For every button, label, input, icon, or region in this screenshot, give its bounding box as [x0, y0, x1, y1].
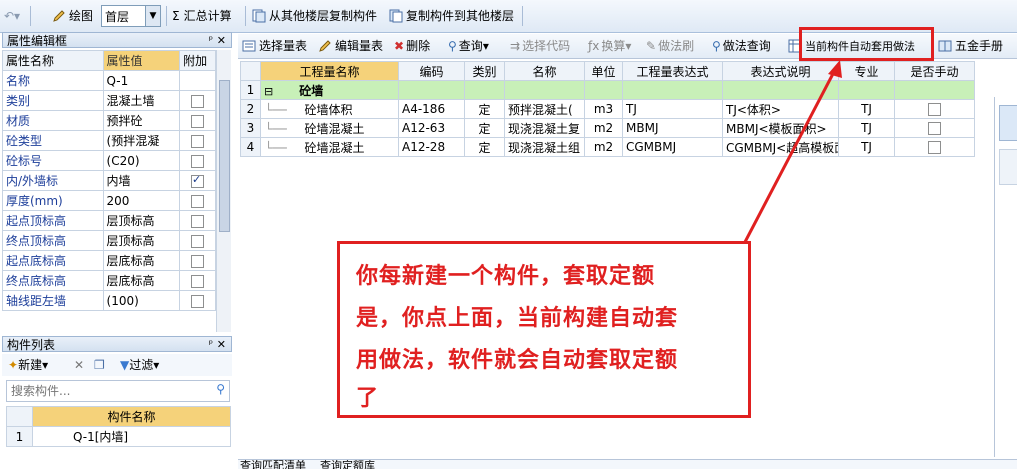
annotation-line: 用做法，软件就会自动套取定额 — [356, 348, 679, 373]
annotation-line: 是，你点上面，当前构建自动套 — [356, 306, 679, 331]
arrow-head — [828, 60, 842, 78]
annotation-line: 你每新建一个构件，套取定额 — [356, 264, 656, 289]
annotation-box: 你每新建一个构件，套取定额 是，你点上面，当前构建自动套 用做法，软件就会自动套… — [337, 241, 751, 418]
arrow-line — [743, 67, 838, 243]
annotation-line: 了 — [356, 386, 380, 411]
